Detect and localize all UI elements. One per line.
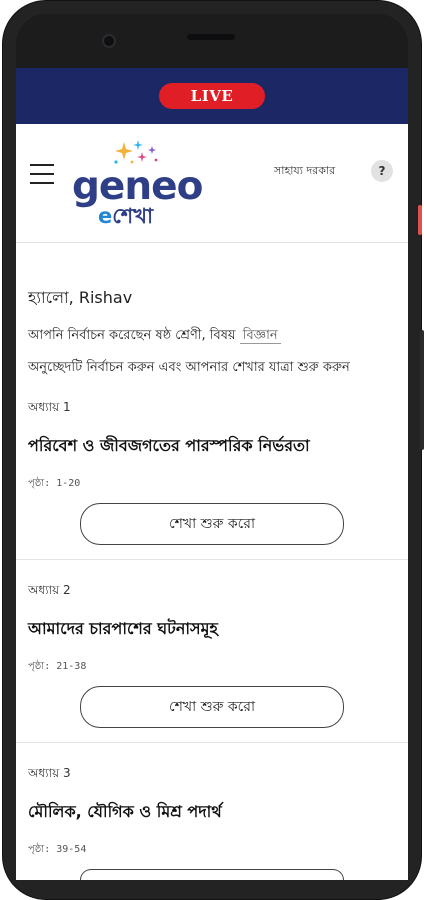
app-header: geneo eশেখা সাহায্য দরকার ?: [16, 124, 408, 243]
chapter-label: অধ্যায় 3: [28, 766, 71, 780]
front-camera-icon: [102, 34, 116, 48]
greeting: হ্যালো, Rishav: [28, 288, 133, 307]
geneo-logo: geneo eশেখা: [72, 138, 203, 228]
app-screen: LIVE geneo eশেখা সাহায্য দরকার ? হ্যালো,…: [16, 68, 408, 880]
chapter-card: অধ্যায় 3 মৌলিক, যৌগিক ও মিশ্র পদার্থ পৃ…: [16, 743, 408, 880]
start-learning-button-partial[interactable]: [80, 869, 344, 880]
help-link[interactable]: সাহায্য দরকার: [274, 162, 335, 181]
phone-frame: LIVE geneo eশেখা সাহায্য দরকার ? হ্যালো,…: [2, 0, 424, 900]
subject-link[interactable]: বিজ্ঞান: [239, 328, 281, 344]
phone-top-bezel: [16, 14, 408, 74]
chapter-title: মৌলিক, যৌগিক ও মিশ্র পদার্থ: [28, 802, 222, 821]
selection-text: আপনি নির্বাচন করেছেন ষষ্ঠ শ্রেণী, বিষয় …: [28, 326, 396, 347]
side-button-volume: [420, 330, 424, 450]
help-icon[interactable]: ?: [371, 160, 393, 182]
chapter-card: অধ্যায় 2 আমাদের চারপাশের ঘটনাসমূহ পৃষ্ঠ…: [16, 560, 408, 743]
live-banner: LIVE: [16, 68, 408, 124]
logo-subtitle: eশেখা: [98, 204, 154, 228]
chapter-pages: পৃষ্ঠা: 1-20: [28, 478, 81, 489]
earpiece-speaker: [187, 34, 235, 40]
chapter-card: অধ্যায় 1 পরিবেশ ও জীবজগতের পারস্পরিক নি…: [16, 399, 408, 560]
chapter-pages: পৃষ্ঠা: 39-54: [28, 844, 87, 855]
hamburger-menu-icon[interactable]: [30, 164, 54, 186]
intro-section: হ্যালো, Rishav আপনি নির্বাচন করেছেন ষষ্ঠ…: [16, 243, 408, 377]
start-learning-button[interactable]: শেখা শুরু করো: [80, 503, 344, 545]
instruction-text: অনুচ্ছেদটি নির্বাচন করুন এবং আপনার শেখার…: [28, 360, 350, 375]
chapter-title: পরিবেশ ও জীবজগতের পারস্পরিক নির্ভরতা: [28, 436, 310, 455]
live-badge[interactable]: LIVE: [159, 83, 265, 109]
chapter-label: অধ্যায় 1: [28, 400, 71, 414]
chapter-title: আমাদের চারপাশের ঘটনাসমূহ: [28, 619, 218, 638]
chapter-label: অধ্যায় 2: [28, 583, 71, 597]
chapter-pages: পৃষ্ঠা: 21-38: [28, 661, 87, 672]
side-button-power: [418, 205, 422, 235]
start-learning-button[interactable]: শেখা শুরু করো: [80, 686, 344, 728]
